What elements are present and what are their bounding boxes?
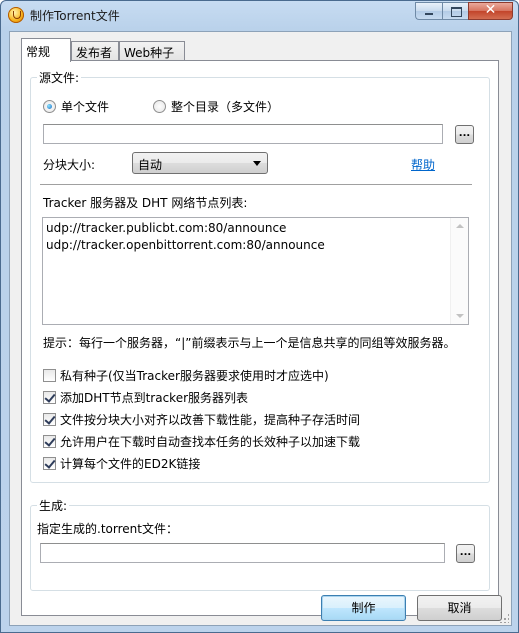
tab-web-seeds[interactable]: Web种子: [119, 41, 185, 61]
maximize-button[interactable]: [442, 2, 468, 20]
tracker-line: udp://tracker.publicbt.com:80/announce: [46, 221, 287, 235]
source-legend: 源文件:: [37, 69, 82, 86]
title-bar[interactable]: 制作Torrent文件 ✕: [1, 1, 518, 29]
window-title: 制作Torrent文件: [30, 9, 120, 23]
tracker-list-label: Tracker 服务器及 DHT 网络节点列表:: [43, 196, 248, 210]
scroll-up-icon[interactable]: [456, 224, 464, 228]
checkbox-find-long-seeds-label: 允许用户在下载时自动查找本任务的长效种子以加速下载: [60, 435, 361, 449]
tracker-hint: 提示：每行一个服务器，“|”前缀表示与上一个是信息共享的同组等效服务器。: [43, 336, 456, 350]
tracker-scrollbar[interactable]: [450, 218, 468, 324]
checkbox-find-long-seeds[interactable]: [43, 435, 56, 448]
output-legend: 生成:: [37, 497, 70, 514]
help-link[interactable]: 帮助: [411, 156, 435, 173]
piece-size-value: 自动: [138, 158, 163, 172]
tab-general-label: 常规: [26, 45, 51, 59]
checkbox-private-torrent-label: 私有种子(仅当Tracker服务器要求使用时才应选中): [60, 369, 329, 383]
tab-publisher-label: 发布者: [76, 46, 113, 60]
source-group: 源文件: 单个文件 整个目录（多文件） ... 分块大小: 自动 帮助 Trac…: [30, 69, 490, 483]
radio-single-file[interactable]: [43, 100, 56, 113]
tracker-list-textarea[interactable]: udp://tracker.publicbt.com:80/announce u…: [42, 217, 469, 325]
checkbox-ed2k-links[interactable]: [43, 457, 56, 470]
create-button[interactable]: 制作: [321, 595, 406, 621]
close-icon: ✕: [484, 2, 497, 18]
tab-publisher[interactable]: 发布者: [71, 41, 119, 61]
output-file-label: 指定生成的.torrent文件：: [37, 522, 178, 536]
checkbox-add-dht-nodes-label: 添加DHT节点到tracker服务器列表: [60, 391, 249, 405]
tracker-line: udp://tracker.openbittorrent.com:80/anno…: [46, 238, 325, 252]
dialog-client: 常规 发布者 Web种子 源文件: 单个文件 整个目录（多文件） ... 分块大…: [9, 31, 512, 626]
radio-whole-directory[interactable]: [153, 100, 166, 113]
dialog-window: 制作Torrent文件 ✕ 常规 发布者 Web种子 源文件: 单个文件 整个目…: [0, 0, 519, 633]
checkbox-ed2k-links-label: 计算每个文件的ED2K链接: [60, 457, 201, 471]
tab-general[interactable]: 常规: [21, 38, 71, 62]
tab-web-seeds-label: Web种子: [124, 46, 175, 60]
piece-size-label: 分块大小:: [43, 158, 96, 172]
cancel-button[interactable]: 取消: [417, 595, 502, 621]
checkbox-align-files-label: 文件按分块大小对齐以改善下载性能，提高种子存活时间: [60, 413, 361, 427]
output-group: 生成: 指定生成的.torrent文件： ...: [30, 497, 490, 591]
checkbox-private-torrent[interactable]: [43, 369, 56, 382]
minimize-button[interactable]: [415, 2, 442, 20]
scroll-down-icon[interactable]: [456, 314, 464, 318]
source-path-input[interactable]: [43, 124, 443, 144]
general-tab-panel: 源文件: 单个文件 整个目录（多文件） ... 分块大小: 自动 帮助 Trac…: [21, 60, 499, 616]
output-path-input[interactable]: [40, 543, 445, 563]
app-logo-icon: [8, 7, 24, 23]
output-browse-button[interactable]: ...: [456, 544, 475, 563]
checkbox-align-files[interactable]: [43, 413, 56, 426]
caption-buttons: ✕: [415, 2, 513, 20]
radio-single-file-label: 单个文件: [61, 100, 110, 114]
source-browse-button[interactable]: ...: [455, 125, 474, 144]
chevron-down-icon: [253, 161, 261, 166]
piece-size-select[interactable]: 自动: [132, 152, 268, 174]
separator: [40, 184, 472, 186]
close-button[interactable]: ✕: [468, 2, 513, 20]
radio-whole-directory-label: 整个目录（多文件）: [171, 100, 280, 114]
checkbox-add-dht-nodes[interactable]: [43, 391, 56, 404]
